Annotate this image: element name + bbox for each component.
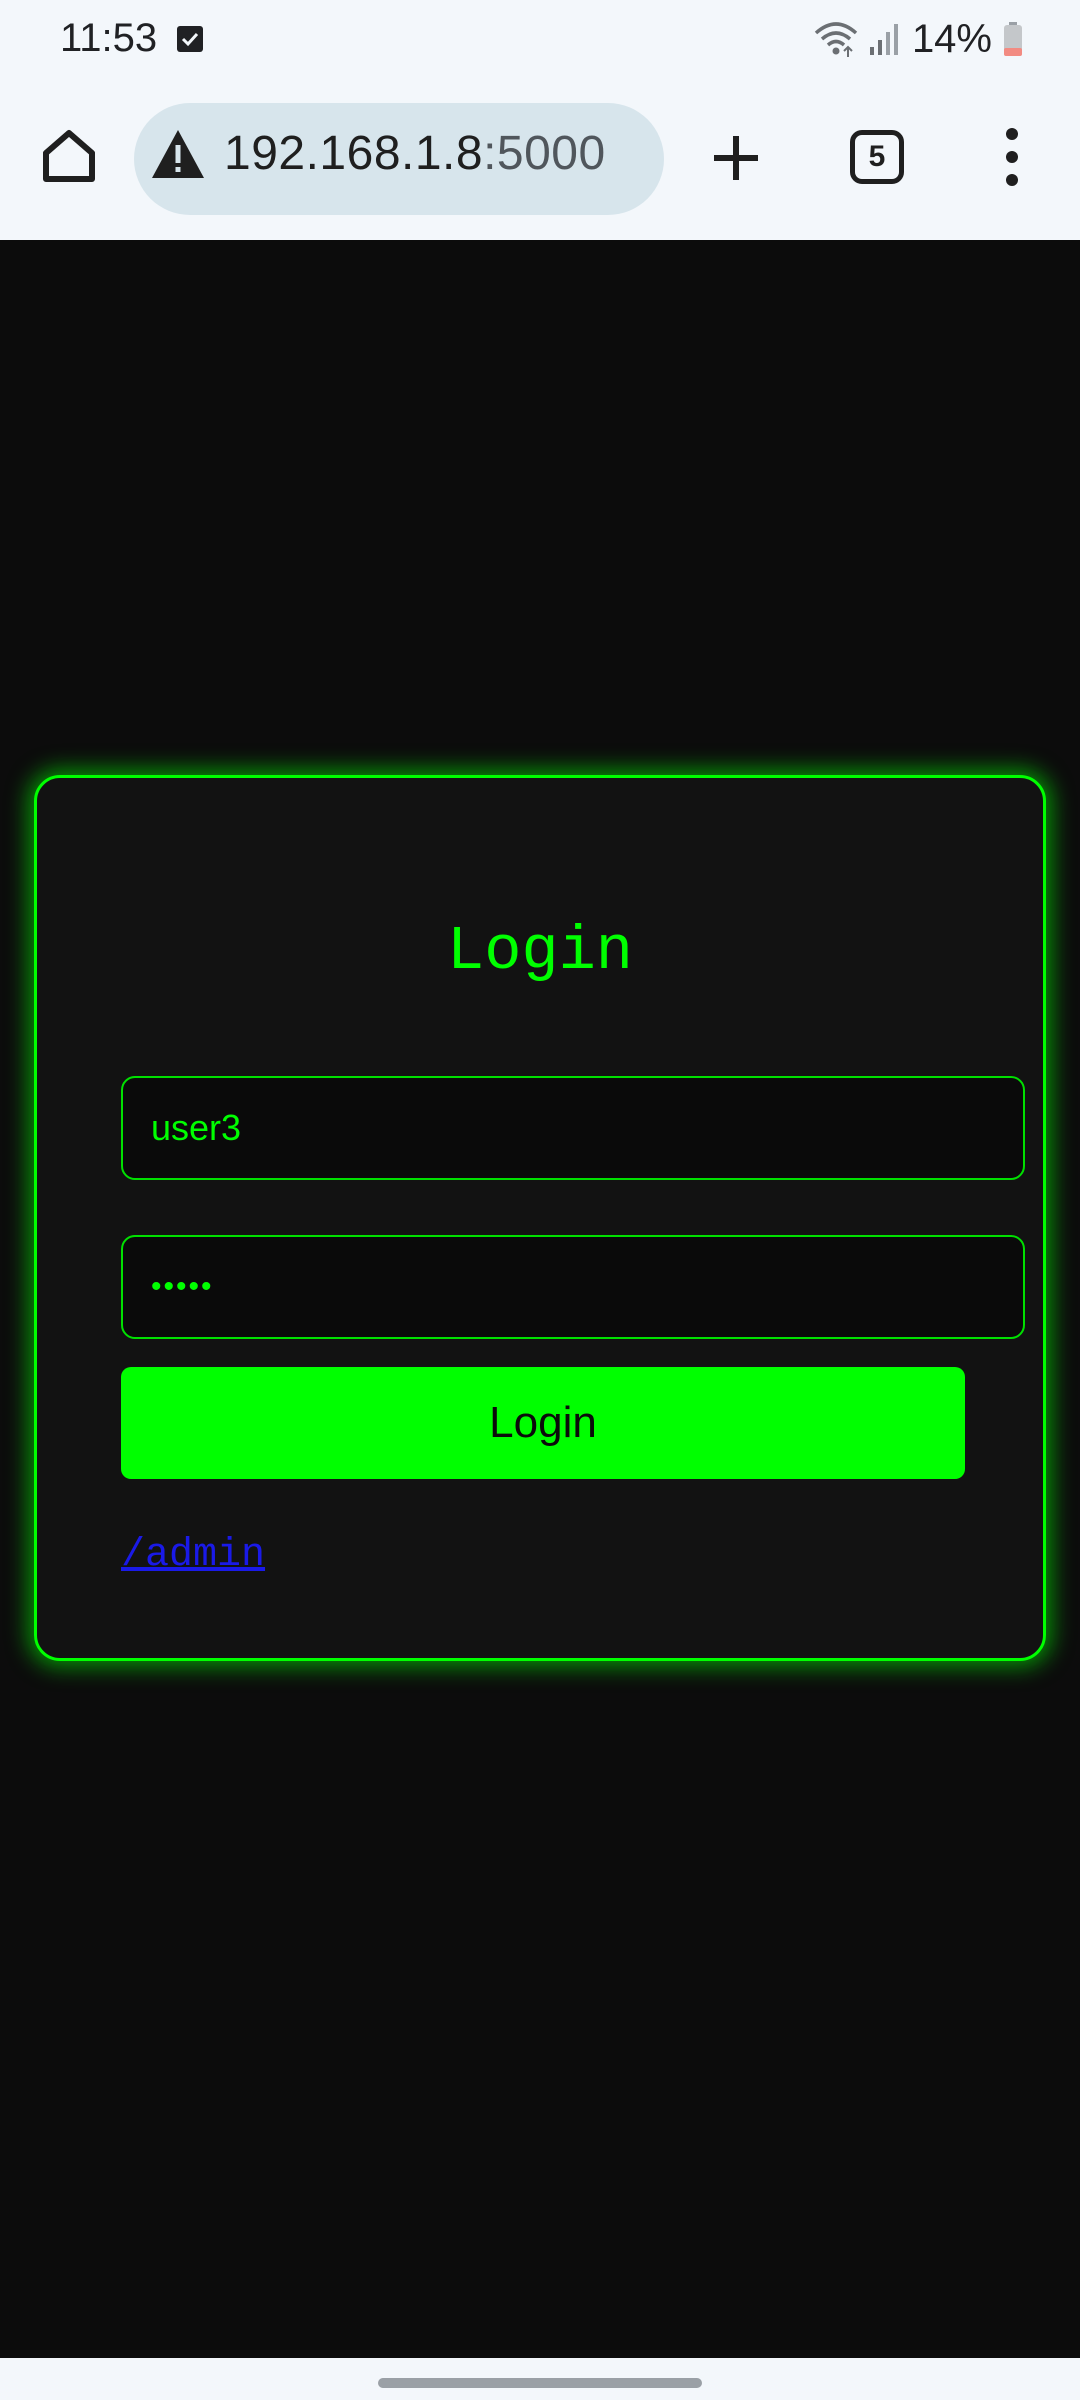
browser-toolbar: 192.168.1.8:5000 5	[0, 78, 1080, 240]
home-icon[interactable]	[38, 125, 100, 187]
plus-icon[interactable]	[706, 128, 766, 188]
gesture-handle[interactable]	[378, 2378, 702, 2388]
battery-icon	[1004, 22, 1022, 56]
login-title: Login	[446, 916, 634, 987]
login-card: Login user3 ••••• Login /admin	[34, 775, 1046, 1661]
status-icons: 14%	[814, 14, 1024, 64]
notification-check-icon	[177, 26, 203, 52]
login-button[interactable]: Login	[121, 1367, 965, 1479]
more-vert-icon[interactable]	[990, 124, 1034, 190]
battery-percent: 14%	[911, 16, 992, 61]
url-port: :5000	[483, 127, 606, 180]
password-field[interactable]: •••••	[121, 1235, 1025, 1339]
gesture-bar	[0, 2358, 1080, 2400]
username-field[interactable]: user3	[121, 1076, 1025, 1180]
admin-link[interactable]: /admin	[121, 1533, 265, 1578]
warning-icon[interactable]	[150, 128, 206, 180]
page-content: Login user3 ••••• Login /admin	[0, 240, 1080, 2358]
status-bar: 11:53 14%	[0, 0, 1080, 78]
signal-icon	[869, 24, 898, 55]
wifi-icon	[814, 22, 858, 57]
status-time: 11:53	[60, 16, 158, 60]
tab-count-button[interactable]: 5	[850, 130, 904, 184]
url-host: 192.168.1.8	[224, 127, 484, 180]
url-text[interactable]: 192.168.1.8:5000	[224, 126, 606, 181]
